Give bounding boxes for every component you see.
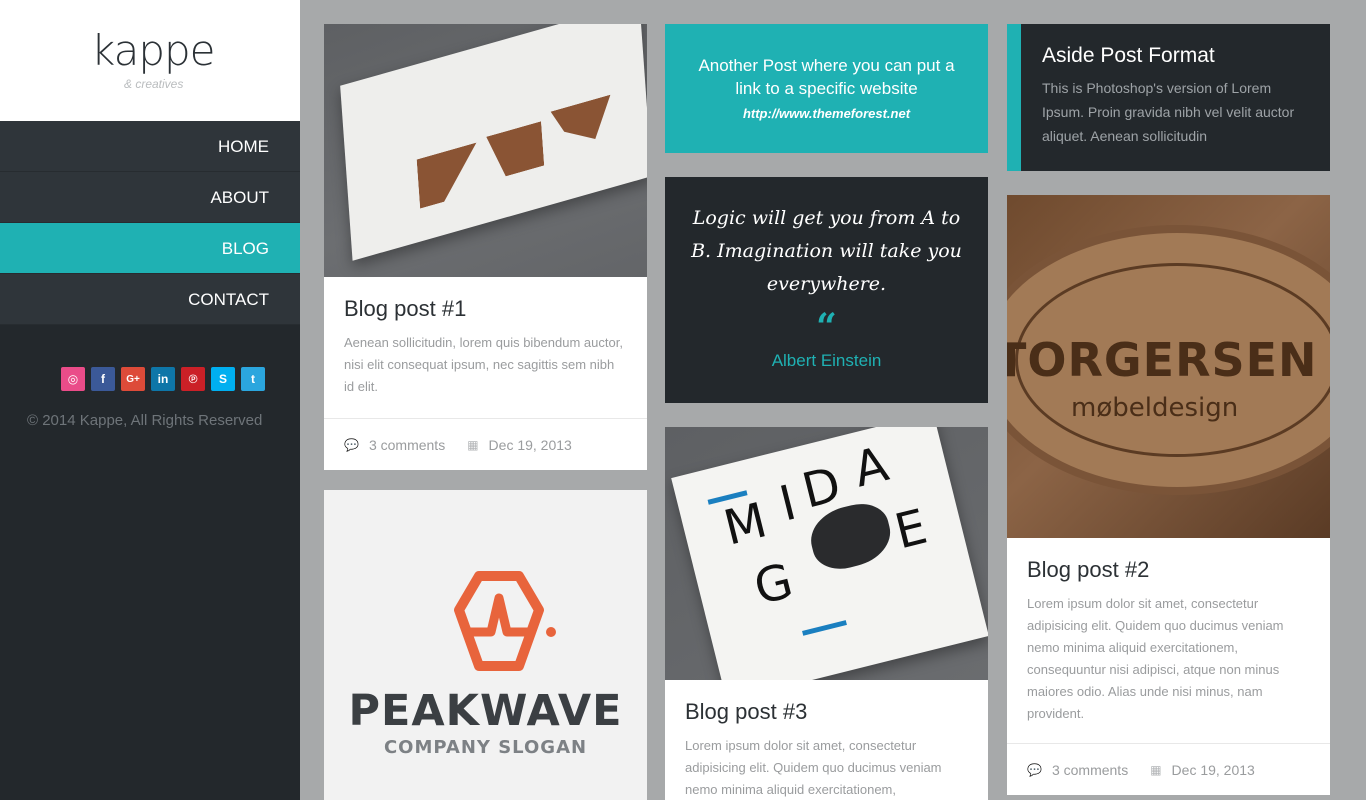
- post-meta: 💬 3 comments ▦ Dec 19, 2013: [1007, 743, 1330, 795]
- post-image-wood-seal[interactable]: TORGERSEN møbeldesign: [1007, 195, 1330, 538]
- brand-name: kappe: [91, 26, 215, 75]
- peakwave-slogan: COMPANY SLOGAN: [383, 737, 588, 758]
- sidebar: kappe & creatives HOME ABOUT BLOG CONTAC…: [0, 0, 300, 800]
- link-post-url[interactable]: http://www.themeforest.net: [665, 106, 988, 121]
- pinterest-icon[interactable]: ℗: [181, 367, 205, 391]
- calendar-icon: ▦: [1150, 762, 1162, 777]
- social-links: ◎ f G+ in ℗ S t: [61, 367, 265, 391]
- copyright: © 2014 Kappe, All Rights Reserved: [27, 412, 263, 429]
- blog-post-card-3[interactable]: M I D A G E Blog post #3 Lorem ipsum dol…: [665, 427, 988, 800]
- linkedin-icon[interactable]: in: [151, 367, 175, 391]
- post-excerpt: Lorem ipsum dolor sit amet, consectetur …: [685, 738, 942, 797]
- post-excerpt: Aenean sollicitudin, lorem quis bibendum…: [344, 335, 623, 394]
- quote-mark-icon: “: [816, 306, 837, 348]
- post-date: Dec 19, 2013: [1171, 761, 1255, 778]
- seal-sub-text: møbeldesign: [1071, 393, 1239, 423]
- aside-post-title: Aside Post Format: [1042, 44, 1215, 67]
- link-post-text: Another Post where you can put a link to…: [698, 56, 955, 98]
- quote-text: Logic will get you from A to B. Imaginat…: [691, 207, 962, 295]
- comments-count[interactable]: 3 comments: [369, 437, 445, 453]
- twitter-icon[interactable]: t: [241, 367, 265, 391]
- comment-icon: 💬: [1027, 762, 1042, 777]
- seal-brand-text: TORGERSEN: [1007, 333, 1318, 387]
- post-image-peakwave-logo: PEAKWAVE COMPANY SLOGAN: [324, 490, 647, 800]
- post-date: Dec 19, 2013: [488, 436, 572, 453]
- link-post-card[interactable]: Another Post where you can put a link to…: [665, 24, 988, 153]
- dribbble-icon[interactable]: ◎: [61, 367, 85, 391]
- wood-seal: TORGERSEN møbeldesign: [1007, 225, 1330, 495]
- blog-post-card-1[interactable]: Blog post #1 Aenean sollicitudin, lorem …: [324, 24, 647, 470]
- aside-post-card: Aside Post Format This is Photoshop's ve…: [1007, 24, 1330, 171]
- post-title[interactable]: Blog post #2: [1027, 557, 1310, 583]
- calendar-icon: ▦: [467, 437, 479, 452]
- nav-item-blog[interactable]: BLOG: [0, 223, 300, 274]
- logo[interactable]: kappe & creatives: [0, 0, 300, 121]
- facebook-icon[interactable]: f: [91, 367, 115, 391]
- business-card-paper: [340, 24, 647, 261]
- post-image-business-cards[interactable]: [324, 24, 647, 277]
- quote-author: Albert Einstein: [771, 351, 882, 370]
- nav-item-about[interactable]: ABOUT: [0, 172, 300, 223]
- blog-post-card-2[interactable]: TORGERSEN møbeldesign Blog post #2 Lorem…: [1007, 195, 1330, 795]
- nav-item-home[interactable]: HOME: [0, 121, 300, 172]
- post-image-poster[interactable]: M I D A G E: [665, 427, 988, 680]
- peakwave-name: PEAKWAVE: [348, 686, 623, 736]
- comments-count[interactable]: 3 comments: [1052, 762, 1128, 778]
- peakwave-logo-icon: [454, 571, 556, 671]
- post-title[interactable]: Blog post #3: [685, 699, 968, 725]
- skype-icon[interactable]: S: [211, 367, 235, 391]
- quote-post-card: Logic will get you from A to B. Imaginat…: [665, 177, 988, 403]
- poster-paper: M I D A G E: [671, 427, 988, 680]
- brand-tagline: & creatives: [124, 77, 184, 91]
- main-nav: HOME ABOUT BLOG CONTACT: [0, 121, 300, 325]
- post-excerpt: Lorem ipsum dolor sit amet, consectetur …: [1027, 596, 1284, 721]
- google-plus-icon[interactable]: G+: [121, 367, 145, 391]
- comment-icon: 💬: [344, 437, 359, 452]
- post-title[interactable]: Blog post #1: [344, 296, 627, 322]
- aside-post-text: This is Photoshop's version of Lorem Ips…: [1042, 80, 1295, 144]
- image-post-card-peakwave[interactable]: PEAKWAVE COMPANY SLOGAN: [324, 490, 647, 800]
- nav-item-contact[interactable]: CONTACT: [0, 274, 300, 325]
- post-meta: 💬 3 comments ▦ Dec 19, 2013: [324, 418, 647, 470]
